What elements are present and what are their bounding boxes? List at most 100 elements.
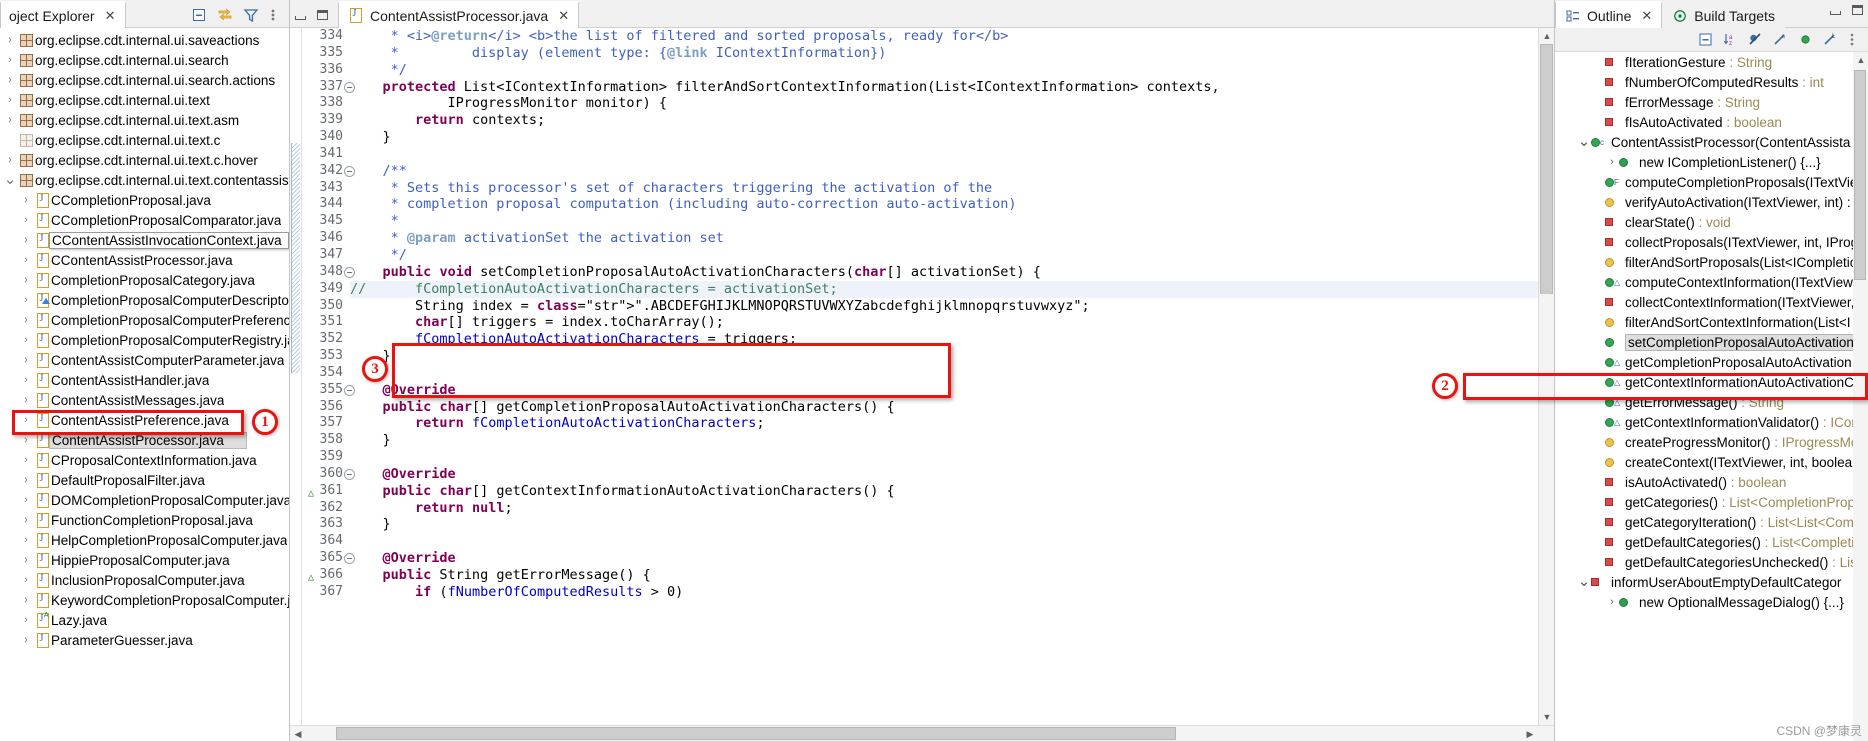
chevron-right-icon[interactable]: › (18, 594, 34, 606)
chevron-down-icon[interactable]: ⌄ (2, 172, 18, 187)
code-line[interactable]: return contexts; (350, 112, 1554, 129)
code-line[interactable]: return null; (350, 500, 1554, 517)
code-line[interactable] (350, 146, 1554, 163)
link-with-editor-icon[interactable] (217, 7, 233, 23)
tree-item-file[interactable]: › DOMCompletionProposalComputer.java (0, 490, 289, 510)
tree-item-file[interactable]: › CompletionProposalCategory.java (0, 270, 289, 290)
outline-item[interactable]: filterAndSortProposals(List<ICompletio (1555, 252, 1868, 272)
tree-item-file[interactable]: › InclusionProposalComputer.java (0, 570, 289, 590)
scroll-up-arrow[interactable]: ▲ (1539, 28, 1555, 44)
code-line[interactable]: * display (element type: {@link IContext… (350, 45, 1554, 62)
outline-item[interactable]: getDefaultCategories() : List<Completio (1555, 532, 1868, 552)
hide-static-icon[interactable]: s (1773, 32, 1789, 48)
tree-item-file[interactable]: › ContentAssistComputerParameter.java (0, 350, 289, 370)
chevron-right-icon[interactable]: › (18, 494, 34, 506)
outline-item[interactable]: setCompletionProposalAutoActivation (1555, 332, 1868, 352)
tree-item-file[interactable]: › ContentAssistProcessor.java (0, 430, 289, 450)
chevron-down-icon[interactable]: ⌄ (1577, 134, 1591, 149)
outline-item[interactable]: › new OptionalMessageDialog() {...} (1555, 592, 1868, 612)
outline-item[interactable]: ⌄ informUserAboutEmptyDefaultCategor (1555, 572, 1868, 592)
tab-build-targets[interactable]: Build Targets (1662, 1, 1785, 28)
chevron-right-icon[interactable]: › (18, 294, 34, 306)
collapse-all-icon[interactable] (191, 7, 207, 23)
outline-item[interactable]: getCategoryIteration() : List<List<Comp (1555, 512, 1868, 532)
outline-item[interactable]: › new ICompletionListener() {...} (1555, 152, 1868, 172)
hide-fields-icon[interactable] (1748, 32, 1764, 48)
outline-item[interactable]: ⌄ c ContentAssistProcessor(ContentAssista (1555, 132, 1868, 152)
close-icon[interactable]: ✕ (558, 8, 569, 24)
code-line[interactable]: /** (350, 163, 1554, 180)
tree-item-file[interactable]: › HelpCompletionProposalComputer.java (0, 530, 289, 550)
tree-item-package[interactable]: › org.eclipse.cdt.internal.ui.search (0, 50, 289, 70)
outline-item[interactable]: △ getContextInformationAutoActivationC (1555, 372, 1868, 392)
scroll-down-arrow[interactable]: ▼ (1539, 709, 1555, 725)
outline-item[interactable]: createContext(ITextViewer, int, boolear (1555, 452, 1868, 472)
maximize-icon[interactable] (316, 10, 329, 21)
tab-outline[interactable]: Outline ✕ (1555, 1, 1663, 28)
code-line[interactable]: public void setCompletionProposalAutoAct… (350, 264, 1554, 281)
chevron-right-icon[interactable]: › (2, 154, 18, 166)
chevron-right-icon[interactable]: › (2, 114, 18, 126)
tab-project-explorer[interactable]: oject Explorer ✕ (0, 1, 126, 28)
minimize-icon[interactable] (294, 10, 307, 21)
chevron-right-icon[interactable]: › (18, 274, 34, 286)
tree-item-file[interactable]: › HippieProposalComputer.java (0, 550, 289, 570)
collapse-all-icon[interactable] (1698, 32, 1714, 48)
chevron-right-icon[interactable]: › (18, 314, 34, 326)
chevron-right-icon[interactable]: › (1605, 156, 1619, 168)
outline-item[interactable]: FcomputeCompletionProposals(ITextVie (1555, 172, 1868, 192)
chevron-right-icon[interactable]: › (18, 574, 34, 586)
chevron-right-icon[interactable]: › (18, 374, 34, 386)
chevron-right-icon[interactable]: › (18, 214, 34, 226)
code-line[interactable]: @Override (350, 550, 1554, 567)
minimize-icon[interactable] (1829, 5, 1842, 16)
tab-content-assist-processor[interactable]: ContentAssistProcessor.java ✕ (338, 1, 580, 28)
tree-item-file[interactable]: › DefaultProposalFilter.java (0, 470, 289, 490)
outline-scroll-thumb[interactable] (1854, 70, 1866, 280)
code-line[interactable]: char[] triggers = index.toCharArray(); (350, 314, 1554, 331)
view-menu-icon[interactable] (1848, 32, 1864, 48)
tree-item-package[interactable]: ⌄ org.eclipse.cdt.internal.ui.text.conten… (0, 170, 289, 190)
outline-item[interactable]: createProgressMonitor() : IProgressMo (1555, 432, 1868, 452)
chevron-right-icon[interactable]: › (18, 194, 34, 206)
outline-item[interactable]: getDefaultCategoriesUnchecked() : List (1555, 552, 1868, 572)
code-area[interactable]: * <i>@return</i> <b>the list of filtered… (346, 28, 1554, 741)
chevron-right-icon[interactable]: › (18, 394, 34, 406)
tree-item-file[interactable]: › CCompletionProposalComparator.java (0, 210, 289, 230)
source-code[interactable]: * <i>@return</i> <b>the list of filtered… (346, 28, 1554, 601)
outline-vertical-scrollbar[interactable]: ▲ (1853, 52, 1868, 741)
tree-item-file[interactable]: › ContentAssistPreference.java (0, 410, 289, 430)
outline-item[interactable]: collectContextInformation(ITextViewer, (1555, 292, 1868, 312)
code-line[interactable]: } (350, 432, 1554, 449)
tree-item-file[interactable]: › ContentAssistMessages.java (0, 390, 289, 410)
tree-item-file[interactable]: › CContentAssistInvocationContext.java (0, 230, 289, 250)
code-line[interactable]: String index = class="str">".ABCDEFGHIJK… (350, 298, 1554, 315)
hide-local-icon[interactable]: L (1823, 32, 1839, 48)
outline-tree[interactable]: fIterationGesture : String fNumberOfCompu… (1555, 52, 1868, 741)
outline-item[interactable]: fErrorMessage : String (1555, 92, 1868, 112)
close-icon[interactable]: ✕ (105, 8, 116, 24)
code-line[interactable]: if (fNumberOfComputedResults > 0) (350, 584, 1554, 601)
tree-item-package[interactable]: org.eclipse.cdt.internal.ui.text.c (0, 130, 289, 150)
chevron-right-icon[interactable]: › (18, 414, 34, 426)
outline-item[interactable]: △ getContextInformationValidator() : ICor (1555, 412, 1868, 432)
outline-item[interactable]: fIsAutoActivated : boolean (1555, 112, 1868, 132)
code-line[interactable] (350, 449, 1554, 466)
chevron-right-icon[interactable]: › (18, 434, 34, 446)
code-line[interactable] (350, 365, 1554, 382)
code-line[interactable]: return fCompletionAutoActivationCharacte… (350, 415, 1554, 432)
chevron-right-icon[interactable]: › (18, 534, 34, 546)
code-line[interactable]: public char[] getContextInformationAutoA… (350, 483, 1554, 500)
outline-item[interactable]: getCategories() : List<CompletionProp (1555, 492, 1868, 512)
code-line[interactable]: * Sets this processor's set of character… (350, 180, 1554, 197)
code-line[interactable]: @Override (350, 466, 1554, 483)
tree-item-package[interactable]: › org.eclipse.cdt.internal.ui.saveactions (0, 30, 289, 50)
outline-item[interactable]: fNumberOfComputedResults : int (1555, 72, 1868, 92)
chevron-right-icon[interactable]: › (18, 234, 34, 246)
code-line[interactable]: */ (350, 62, 1554, 79)
code-line[interactable]: protected List<IContextInformation> filt… (350, 79, 1554, 96)
tree-item-file[interactable]: › CompletionProposalComputerRegistry.java (0, 330, 289, 350)
close-icon[interactable]: ✕ (1641, 8, 1652, 24)
outline-item[interactable]: filterAndSortContextInformation(List<I (1555, 312, 1868, 332)
filter-icon[interactable] (243, 7, 259, 23)
